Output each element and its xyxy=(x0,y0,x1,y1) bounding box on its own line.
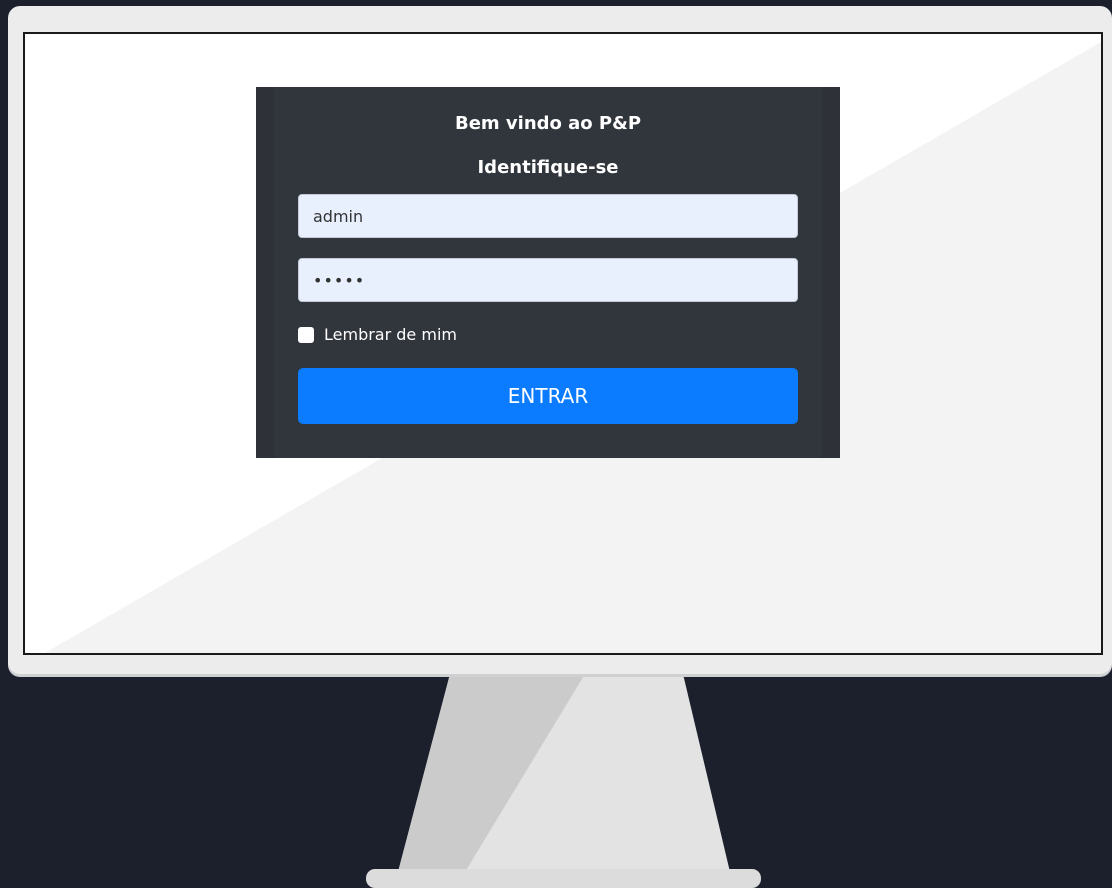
remember-me[interactable]: Lembrar de mim xyxy=(298,325,457,344)
username-input[interactable] xyxy=(298,194,798,238)
login-title: Bem vindo ao P&P xyxy=(454,113,642,134)
login-subtitle: Identifique-se xyxy=(477,157,619,178)
remember-me-label: Lembrar de mim xyxy=(324,325,457,344)
remember-me-checkbox[interactable] xyxy=(298,326,314,343)
login-card: Bem vindo ao P&P Identifique-se Lembrar … xyxy=(256,87,840,458)
monitor-scene: Bem vindo ao P&P Identifique-se Lembrar … xyxy=(0,0,1112,888)
login-submit-button[interactable]: ENTRAR xyxy=(298,368,798,424)
password-input[interactable] xyxy=(298,258,798,302)
login-form: Bem vindo ao P&P Identifique-se Lembrar … xyxy=(298,87,798,458)
